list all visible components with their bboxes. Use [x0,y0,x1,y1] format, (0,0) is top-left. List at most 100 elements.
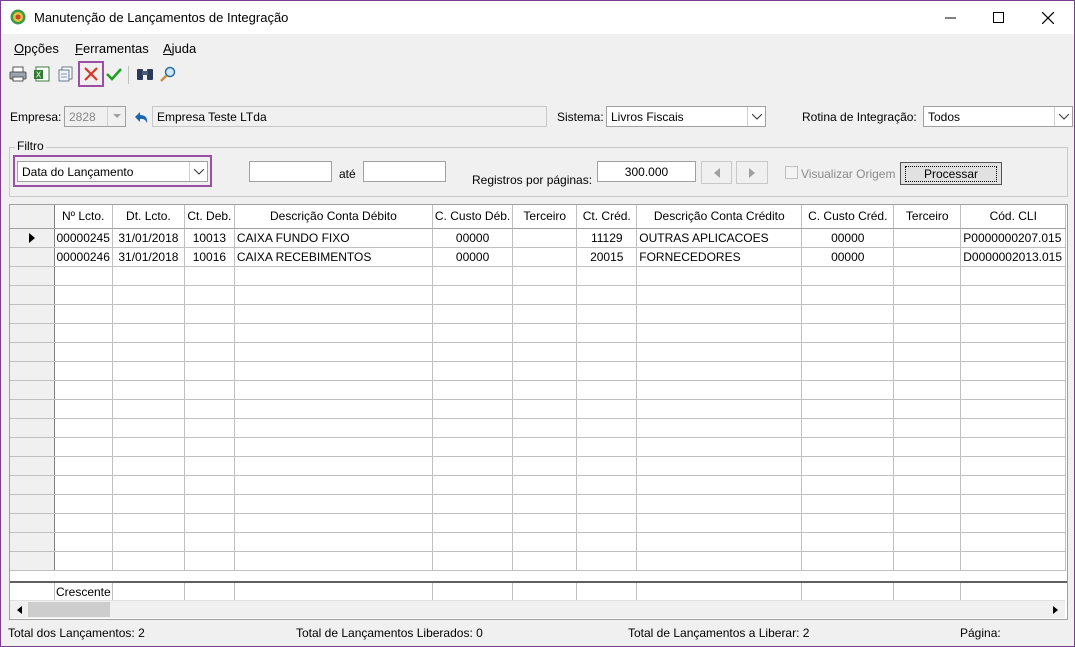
table-cell[interactable] [112,418,185,438]
table-cell[interactable] [960,418,1067,438]
empresa-lookup-button[interactable] [131,107,151,127]
table-cell[interactable] [54,361,113,381]
minimize-button[interactable] [927,1,973,34]
table-cell[interactable]: 00000 [801,247,895,267]
table-cell[interactable] [432,513,514,533]
table-cell[interactable] [960,437,1067,457]
table-cell[interactable]: CAIXA FUNDO FIXO [234,228,433,248]
table-row[interactable] [10,380,1067,400]
row-indicator[interactable] [10,494,55,514]
scroll-thumb[interactable] [28,602,110,617]
table-row[interactable] [10,323,1067,343]
table-cell[interactable] [960,399,1067,419]
visualizar-origem-checkbox[interactable] [785,166,798,179]
table-row[interactable]: 00000246 31/01/2018 10016 CAIXA RECEBIMENTO… [10,247,1067,267]
table-cell[interactable] [960,513,1067,533]
col-header-ctdeb[interactable]: Ct. Deb. [184,205,235,229]
table-cell[interactable] [576,380,638,400]
col-header-ccusto-cred[interactable]: C. Custo Créd. [801,205,895,229]
table-cell[interactable] [184,285,235,305]
table-cell[interactable] [432,437,514,457]
table-cell[interactable] [801,475,895,495]
table-cell[interactable] [112,285,185,305]
table-cell[interactable] [184,304,235,324]
row-indicator[interactable] [10,551,55,571]
row-indicator[interactable] [10,532,55,552]
table-cell[interactable] [893,513,962,533]
table-cell[interactable] [54,475,113,495]
row-indicator[interactable] [10,285,55,305]
table-cell[interactable] [576,361,638,381]
table-cell[interactable] [54,285,113,305]
table-cell[interactable] [432,361,514,381]
row-indicator[interactable] [10,399,55,419]
maximize-button[interactable] [975,1,1021,34]
table-cell[interactable] [234,437,433,457]
menu-ferramentas[interactable]: Ferramentas [75,41,149,56]
table-cell[interactable] [801,304,895,324]
table-cell[interactable] [960,551,1067,571]
table-cell[interactable]: 31/01/2018 [112,228,185,248]
find-button[interactable] [135,64,155,84]
filtro-field-combo[interactable]: Data do Lançamento [17,161,208,182]
table-cell[interactable] [112,304,185,324]
table-cell[interactable] [801,456,895,476]
row-indicator[interactable] [10,228,55,248]
table-cell[interactable] [432,323,514,343]
table-cell[interactable] [636,456,803,476]
table-cell[interactable] [576,399,638,419]
table-cell[interactable] [184,475,235,495]
table-cell[interactable]: P0000000207.015 [960,228,1067,248]
col-header-nlcto[interactable]: Nº Lcto. [54,205,113,229]
table-cell[interactable] [54,532,113,552]
table-cell[interactable]: CAIXA RECEBIMENTOS [234,247,433,267]
table-row[interactable] [10,494,1067,514]
table-cell[interactable] [512,513,578,533]
table-cell[interactable] [54,456,113,476]
table-row[interactable] [10,532,1067,552]
confirm-button[interactable] [104,64,124,84]
table-cell[interactable] [184,361,235,381]
table-cell[interactable] [636,399,803,419]
table-cell[interactable] [432,342,514,362]
col-header-terceiro-deb[interactable]: Terceiro [512,205,578,229]
scroll-left-button[interactable] [12,603,26,616]
row-indicator[interactable] [10,266,55,286]
table-cell[interactable] [893,551,962,571]
table-cell[interactable] [234,304,433,324]
table-cell[interactable] [512,285,578,305]
table-cell[interactable] [512,323,578,343]
table-cell[interactable] [512,342,578,362]
table-cell[interactable] [893,456,962,476]
row-indicator[interactable] [10,456,55,476]
filtro-dropdown-button[interactable] [189,162,207,181]
table-cell[interactable] [184,342,235,362]
table-cell[interactable] [636,342,803,362]
table-row[interactable] [10,342,1067,362]
table-row[interactable] [10,513,1067,533]
table-cell[interactable] [636,285,803,305]
table-cell[interactable] [636,266,803,286]
table-cell[interactable] [893,342,962,362]
table-cell[interactable] [432,475,514,495]
table-cell[interactable] [432,494,514,514]
row-indicator[interactable] [10,437,55,457]
table-cell[interactable] [576,437,638,457]
table-cell[interactable] [893,304,962,324]
table-cell[interactable] [112,266,185,286]
table-cell[interactable] [960,323,1067,343]
table-cell[interactable] [636,380,803,400]
copy-button[interactable] [56,64,76,84]
table-cell[interactable] [432,285,514,305]
table-cell[interactable] [184,494,235,514]
table-cell[interactable] [432,380,514,400]
table-cell[interactable] [432,304,514,324]
table-cell[interactable] [112,513,185,533]
table-cell[interactable] [636,513,803,533]
row-indicator[interactable] [10,513,55,533]
table-cell[interactable] [432,399,514,419]
table-cell[interactable] [112,437,185,457]
table-cell[interactable] [960,342,1067,362]
row-indicator[interactable] [10,304,55,324]
table-cell[interactable] [184,323,235,343]
